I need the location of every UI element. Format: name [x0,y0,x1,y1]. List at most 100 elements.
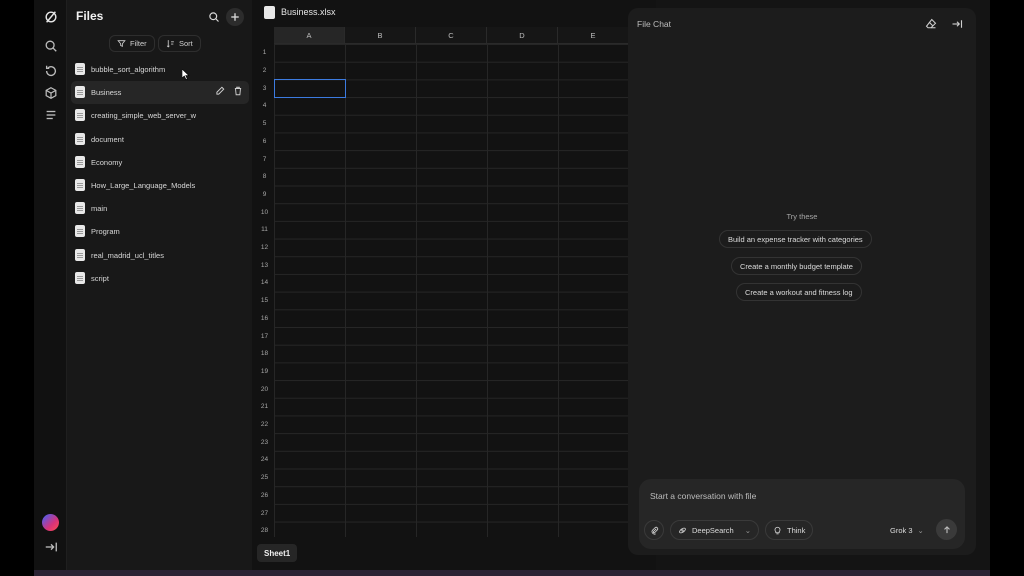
cell-area[interactable] [274,44,655,537]
row-header[interactable]: 21 [255,398,274,416]
box-icon[interactable] [42,84,59,101]
file-name: How_Large_Language_Models [91,181,196,191]
filter-label: Filter [130,39,147,48]
spreadsheet-grid[interactable]: A B C D E 1 2 3 4 5 6 7 8 9 10 11 12 13 14 15 16 17 18 19 20 21 22… [255,27,655,537]
search-icon[interactable] [42,37,59,54]
file-list-item[interactable]: bubble_sort_algorithm [71,58,249,81]
row-header[interactable]: 20 [255,380,274,398]
collapse-icon[interactable] [42,538,59,555]
paperclip-icon [651,526,658,535]
row-header[interactable]: 14 [255,274,274,292]
add-file-button[interactable] [226,8,244,26]
history-icon[interactable] [42,62,59,79]
files-search-button[interactable] [205,8,223,26]
think-button[interactable]: Think [765,520,814,540]
file-list-item[interactable]: Economy [71,151,249,174]
file-list-item[interactable]: How_Large_Language_Models [71,174,249,197]
row-header[interactable]: 24 [255,451,274,469]
row-header[interactable]: 2 [255,62,274,80]
think-label: Think [787,525,806,535]
row-header[interactable]: 10 [255,203,274,221]
row-header[interactable]: 22 [255,416,274,434]
logo-icon[interactable] [42,8,59,25]
spreadsheet-file-icon [264,6,275,19]
files-title: Files [76,9,104,23]
search-icon [209,12,219,22]
nav-rail [34,0,67,570]
file-name: real_madrid_ucl_titles [91,250,164,260]
column-header[interactable]: A [274,27,345,44]
file-name: script [91,273,109,283]
suggestion-chip[interactable]: Create a workout and fitness log [736,283,862,301]
row-header[interactable]: 18 [255,345,274,363]
row-header[interactable]: 3 [255,79,274,97]
attach-button[interactable] [644,520,664,540]
app-window: Files Filter Sort bubble_sort_algorithm B… [34,0,990,570]
selected-cell[interactable] [274,79,346,99]
row-header[interactable]: 12 [255,239,274,257]
file-list-item[interactable]: real_madrid_ucl_titles [71,244,249,267]
row-header[interactable]: 19 [255,363,274,381]
column-header[interactable]: C [416,27,487,44]
row-header[interactable]: 9 [255,186,274,204]
file-list-item[interactable]: document [71,128,249,151]
row-header[interactable]: 17 [255,327,274,345]
chat-title: File Chat [637,19,672,29]
row-header[interactable]: 23 [255,433,274,451]
file-list-item[interactable]: main [71,197,249,220]
lightbulb-icon [774,526,781,534]
row-header[interactable]: 1 [255,44,274,62]
file-row-actions [215,86,243,96]
suggestion-chip[interactable]: Build an expense tracker with categories [719,230,872,248]
sheet-tab[interactable]: Sheet1 [257,544,298,562]
row-header[interactable]: 6 [255,133,274,151]
column-header[interactable]: E [558,27,629,44]
file-icon [75,63,85,75]
column-header[interactable]: D [487,27,558,44]
column-header[interactable]: B [345,27,416,44]
row-header[interactable]: 4 [255,97,274,115]
row-header[interactable]: 7 [255,150,274,168]
row-header[interactable]: 26 [255,487,274,505]
deepsearch-label: DeepSearch [692,525,734,535]
row-header[interactable]: 5 [255,115,274,133]
deepsearch-button[interactable]: DeepSearch ⌄ [670,520,759,540]
file-list-item[interactable]: Business [71,81,249,105]
avatar[interactable] [42,514,59,531]
file-icon [75,248,85,261]
row-header[interactable]: 8 [255,168,274,186]
row-header[interactable]: 11 [255,221,274,239]
file-name: Program [91,227,120,237]
chat-input-box[interactable]: Start a conversation with file DeepSearc… [639,479,965,549]
model-selector[interactable]: Grok 3 ⌄ [890,526,924,535]
clear-chat-button[interactable] [925,17,937,35]
sort-icon [166,40,174,48]
rename-pencil-icon[interactable] [215,86,225,96]
suggestion-chip[interactable]: Create a monthly budget template [731,257,862,275]
row-header[interactable]: 16 [255,310,274,328]
row-header[interactable]: 28 [255,522,274,537]
file-icon [75,271,85,284]
file-name: creating_simple_web_server_w [91,111,197,121]
close-panel-button[interactable] [951,17,963,35]
sheet-header: Business.xlsx [252,0,656,26]
filter-button[interactable]: Filter [109,35,155,52]
chevron-down-icon[interactable]: ⌄ [745,526,751,535]
sort-button[interactable]: Sort [158,35,201,52]
chat-input[interactable]: Start a conversation with file [650,491,756,501]
list-icon[interactable] [42,106,59,123]
row-header[interactable]: 27 [255,504,274,522]
send-button[interactable] [936,519,957,540]
trash-icon[interactable] [233,86,243,96]
file-list-item[interactable]: Program [71,220,249,243]
file-name: Economy [91,157,123,167]
model-label: Grok 3 [890,526,913,535]
row-header[interactable]: 13 [255,256,274,274]
chevron-down-icon: ⌄ [917,526,924,535]
row-header[interactable]: 15 [255,292,274,310]
file-list-item[interactable]: script [71,267,249,290]
file-icon [75,132,85,145]
row-header[interactable]: 25 [255,469,274,487]
file-list-item[interactable]: creating_simple_web_server_w [71,104,249,127]
sheet-filename: Business.xlsx [281,7,336,17]
